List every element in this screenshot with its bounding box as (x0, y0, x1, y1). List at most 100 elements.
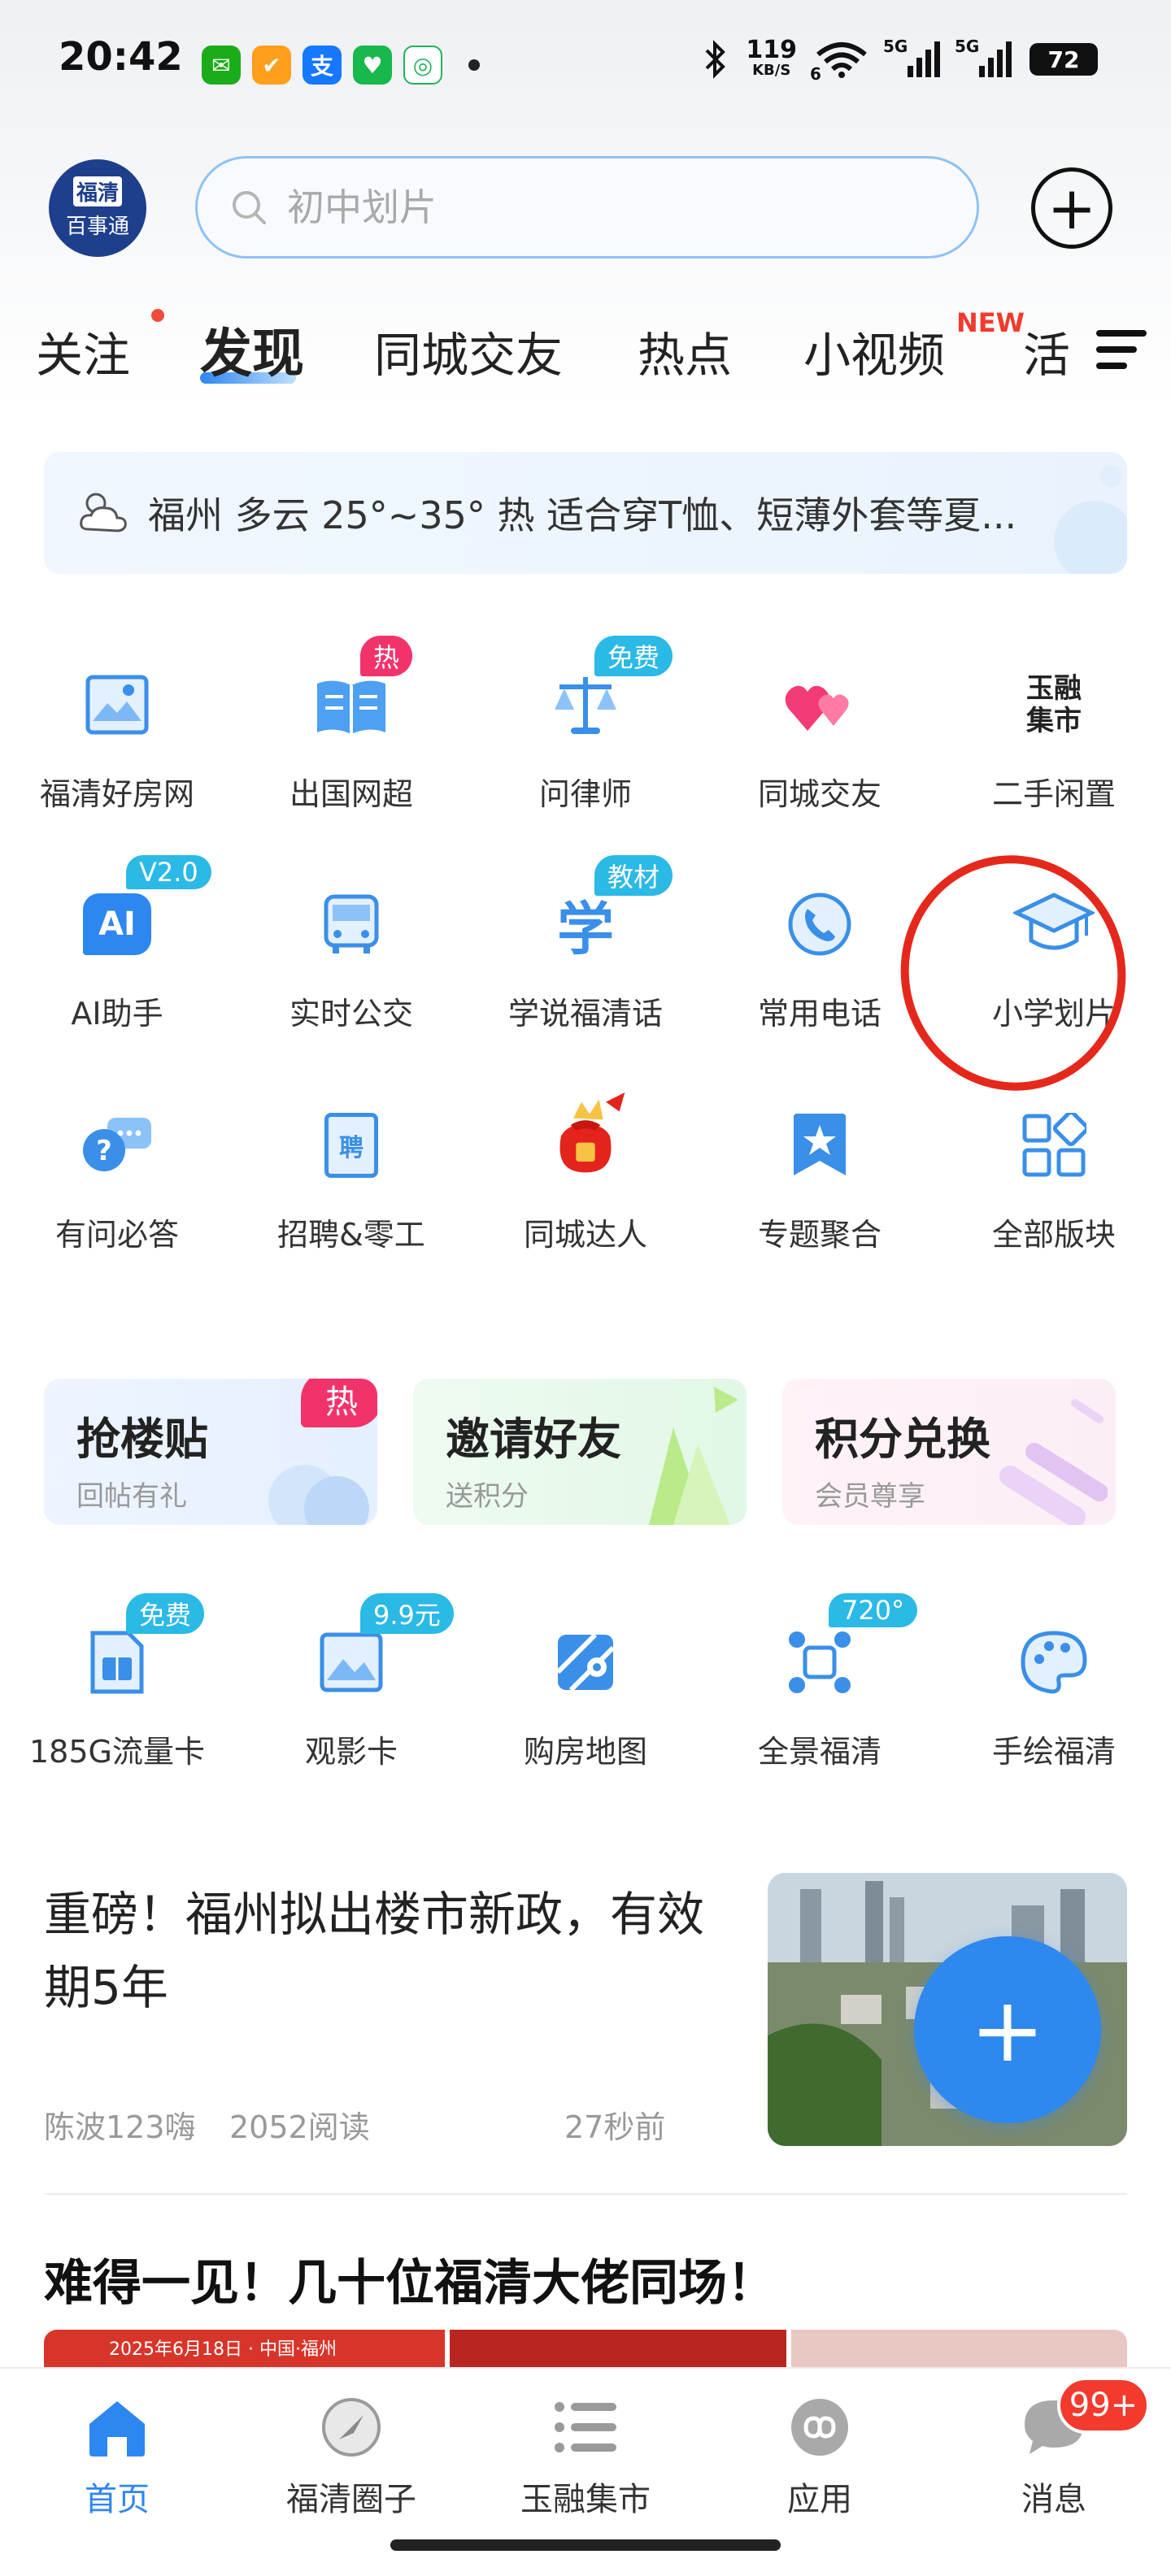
status-bar: 20:42 ✉ ✔ 支 ♥ ◎ 119 KB/S 6 5G 5G 72 (0, 0, 1171, 130)
svg-text:?: ? (96, 1135, 112, 1167)
hearts-icon (785, 685, 849, 731)
nav-fuqing-circle[interactable]: 福清圈子 (234, 2393, 468, 2520)
grid-squares-icon (1022, 1113, 1086, 1177)
house-map-icon (555, 1632, 616, 1692)
bubbles-decoration (268, 1465, 369, 1525)
article-author[interactable]: 陈波123嗨 (44, 2102, 196, 2147)
message-count-badge: 99+ (1057, 2377, 1150, 2434)
plus-icon: + (969, 1978, 1046, 2082)
book-icon (317, 680, 385, 734)
plus-icon: + (1047, 174, 1097, 242)
app-logo[interactable]: 福清 百事通 (49, 159, 146, 257)
scales-icon (555, 677, 616, 734)
grid-item-qa[interactable]: ? 有问必答 (0, 1101, 234, 1254)
search-bar[interactable] (195, 156, 979, 258)
more-notifications-dot (468, 59, 480, 71)
wechat-icon: ✉ (202, 46, 241, 85)
grid-item-ask-lawyer[interactable]: 免费 问律师 (468, 636, 703, 814)
bookmark-star-icon (794, 1114, 846, 1175)
divider (44, 2193, 1127, 2195)
grid-item-all-sections[interactable]: 全部版块 (937, 1101, 1171, 1254)
article2-image-2 (450, 2330, 786, 2370)
palette-icon (1021, 1631, 1087, 1694)
tab-follow[interactable]: 关注 (36, 317, 130, 385)
yurong-market-icon: 玉融集市 (1026, 672, 1082, 737)
grid-item-house-map[interactable]: 购房地图 (468, 1618, 703, 1771)
hot-badge: 热 (360, 636, 413, 676)
grid-item-ai-assistant[interactable]: V2.0 AI AI助手 (0, 855, 234, 1033)
weather-decoration (1054, 465, 1127, 574)
grid-item-fuqing-house[interactable]: 福清好房网 (0, 660, 234, 814)
phone-icon (788, 893, 851, 956)
hot-badge: 热 (301, 1379, 377, 1427)
apps-icon (791, 2399, 848, 2456)
article-time: 27秒前 (564, 2109, 666, 2145)
article-title[interactable]: 重磅！福州拟出楼市新政，有效期5年 (44, 1878, 711, 2024)
status-time: 20:42 (59, 34, 183, 80)
tab-discover[interactable]: 发现 (200, 312, 304, 387)
alipay-icon: 支 (303, 46, 342, 85)
grid-item-realtime-bus[interactable]: 实时公交 (234, 880, 468, 1033)
article2-title[interactable]: 难得一见！几十位福清大佬同场！ (44, 2244, 776, 2314)
free-badge: 免费 (126, 1593, 205, 1634)
annotation-circle (878, 834, 1148, 1112)
version-badge: V2.0 (126, 855, 211, 889)
nav-yurong-market[interactable]: 玉融集市 (468, 2393, 703, 2520)
sim-card-icon (90, 1631, 144, 1694)
search-icon (233, 191, 266, 224)
promo-card-points-exchange[interactable]: 积分兑换 会员尊享 (782, 1379, 1116, 1525)
bluetooth-icon (705, 40, 726, 79)
create-post-fab[interactable]: + (914, 1936, 1101, 2123)
grid-item-movie-card[interactable]: 9.9元 观影卡 (234, 1593, 468, 1771)
grid-item-recruit[interactable]: 聘 招聘&零工 (234, 1101, 468, 1254)
stripes-decoration (999, 1399, 1108, 1525)
article2-image-3 (790, 2330, 1127, 2370)
article-reads: 2052阅读 (229, 2109, 370, 2145)
grid-item-hand-drawn[interactable]: 手绘福清 (937, 1618, 1171, 1771)
house-image-icon (85, 675, 149, 735)
nav-apps[interactable]: 应用 (703, 2393, 937, 2520)
article2-images[interactable]: 2025年6月18日 · 中国·福州 (44, 2330, 1127, 2370)
list-icon (555, 2402, 616, 2452)
home-indicator[interactable] (390, 2539, 781, 2551)
grid-item-second-hand[interactable]: 玉融集市 二手闲置 (937, 660, 1171, 814)
grid-item-local-talent[interactable]: 同城达人 (468, 1093, 703, 1254)
promo-card-invite-friends[interactable]: 邀请好友 送积分 (413, 1379, 747, 1525)
cloudy-weather-icon (80, 493, 127, 532)
search-input[interactable] (287, 185, 856, 229)
new-badge: NEW (956, 307, 1025, 338)
signal-1-icon: 5G (883, 37, 940, 77)
grid-item-learn-dialect[interactable]: 教材 学 学说福清话 (468, 855, 703, 1033)
system-icons: 119 KB/S 6 5G 5G 72 (703, 36, 1098, 84)
lucky-bag-icon (559, 1093, 625, 1173)
wifi-icon: 6 (810, 40, 868, 84)
channel-tabs: 关注 发现 同城交友 热点 小视频 NEW 活 (0, 307, 1171, 390)
menu-icon[interactable] (1096, 328, 1147, 371)
free-badge: 免费 (594, 636, 673, 676)
qa-bubbles-icon: ? (83, 1118, 151, 1171)
tab-short-video[interactable]: 小视频 (803, 317, 945, 385)
ai-icon: AI (83, 893, 151, 955)
nav-home[interactable]: 首页 (0, 2393, 234, 2520)
article2-image-1: 2025年6月18日 · 中国·福州 (44, 2330, 446, 2370)
tree-decoration (649, 1387, 738, 1525)
promo-card-floor-post[interactable]: 抢楼贴 回帖有礼 热 (44, 1379, 377, 1525)
panorama-badge: 720° (829, 1593, 918, 1627)
tab-activity[interactable]: 活 (1023, 317, 1070, 385)
movie-card-icon (320, 1632, 383, 1692)
add-button[interactable]: + (1031, 167, 1112, 249)
panorama-icon (789, 1631, 851, 1693)
grid-item-panorama[interactable]: 720° 全景福清 (703, 1593, 937, 1771)
tab-hot[interactable]: 热点 (638, 317, 732, 385)
weather-banner[interactable]: 福州 多云 25°~35° 热 适合穿T恤、短薄外套等夏... (44, 452, 1127, 574)
weather-text: 福州 多云 25°~35° 热 适合穿T恤、短薄外套等夏... (148, 493, 1017, 537)
grid-item-topics[interactable]: 专题聚合 (703, 1101, 937, 1254)
app-green-shield-icon: ♥ (353, 46, 392, 85)
tab-local-friends[interactable]: 同城交友 (374, 317, 563, 385)
network-speed: 119 KB/S (746, 36, 797, 80)
grid-item-local-dating[interactable]: 同城交友 (703, 660, 937, 814)
grid-item-overseas-store[interactable]: 热 出国网超 (234, 636, 468, 814)
grid-item-data-card[interactable]: 免费 185G流量卡 (0, 1593, 234, 1771)
unread-dot (151, 309, 164, 322)
price-badge: 9.9元 (360, 1593, 454, 1634)
